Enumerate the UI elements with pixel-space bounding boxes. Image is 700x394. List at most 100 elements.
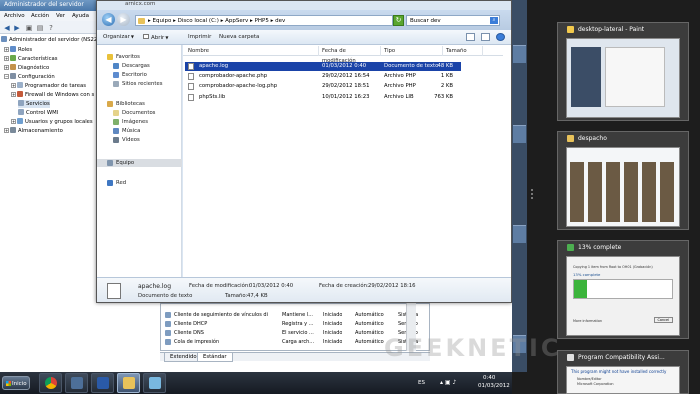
search-icon[interactable]: ⌕ [490,17,498,24]
expand-icon[interactable]: + [4,65,9,70]
nav-red[interactable]: Red [97,179,182,187]
thumbnail-paint[interactable]: desktop-lateral - Paint [557,22,689,121]
nav-favoritos[interactable]: Favoritos [97,53,182,61]
tree-item-configuration[interactable]: − Configuración [4,73,55,81]
open-button[interactable]: Abrir▼ [143,34,168,41]
column-fecha[interactable]: Fecha de modificación [319,46,381,64]
file-row[interactable]: comprobador-apache.php 29/02/2012 16:54 … [185,72,461,81]
start-button[interactable]: Inicio [2,376,30,390]
tab-estandar[interactable]: Estándar [197,353,233,362]
help-icon[interactable] [496,33,505,41]
column-tipo[interactable]: Tipo [381,46,443,56]
menu-accion[interactable]: Acción [31,13,49,19]
expand-icon[interactable]: + [4,56,9,61]
address-row: ◀ ▶ ▸ Equipo ▸ Disco local (C:) ▸ AppSer… [97,10,511,30]
tree-item-local-users[interactable]: + Usuarios y grupos locales [11,118,93,126]
copy-progress-fill [574,280,587,298]
server-manager-tree: Administrador del servidor (NS228) + Role… [0,36,103,372]
thumbnail-despacho[interactable]: despacho [557,131,689,230]
details-filename: apache.log [138,283,172,290]
taskbar-powershell[interactable] [91,373,114,393]
system-tray-icons[interactable]: ▴ ▣ ♪ [440,379,456,386]
nav-equipo[interactable]: Equipo [97,159,182,167]
pictures-icon [113,119,119,125]
show-tree-icon[interactable]: ▤ [36,24,44,32]
strip-segment [513,125,526,143]
menu-archivo[interactable]: Archivo [4,13,25,19]
refresh-button[interactable]: ↻ [393,15,404,26]
column-tamano[interactable]: Tamaño [443,46,483,56]
expand-icon[interactable]: + [11,83,16,88]
nav-videos[interactable]: Vídeos [97,136,182,144]
view-options-icon[interactable] [466,33,475,41]
clock-date[interactable]: 01/03/2012 [478,383,510,389]
organize-button[interactable]: Organizar▼ [103,34,134,40]
help-icon[interactable]: ? [47,24,55,32]
tree-item-root[interactable]: Administrador del servidor (NS228) [1,36,103,44]
php-file-icon [188,73,194,80]
thumbnail-copy-progress[interactable]: 13% complete Copying 1 item from Root to… [557,240,689,339]
file-row[interactable]: phpSts.lib 10/01/2012 16:23 Archivo LIB … [185,93,461,102]
thumbnail-title: 13% complete [578,244,622,251]
drag-handle-icon[interactable] [530,188,534,202]
tree-item-roles[interactable]: + Roles [4,46,32,54]
tree-item-wmi[interactable]: Control WMI [18,109,58,117]
expand-icon[interactable]: + [11,92,16,97]
back-button[interactable]: ◀ [102,13,115,26]
taskbar-server-manager[interactable] [65,373,88,393]
new-folder-button[interactable]: Nueva carpeta [219,34,259,40]
taskbar-paint[interactable] [143,373,166,393]
nav-imagenes[interactable]: Imágenes [97,118,182,126]
thumbnail-compatibility[interactable]: Program Compatibility Assi... This progr… [557,350,689,394]
nav-sitios-recientes[interactable]: Sitios recientes [97,80,182,88]
forward-arrow-icon[interactable]: ▶ [13,24,21,32]
tree-item-features[interactable]: + Características [4,55,58,63]
nav-descargas[interactable]: Descargas [97,62,182,70]
collapse-icon[interactable]: − [4,74,9,79]
navigation-pane: Favoritos Descargas Escritorio Sitios re… [97,45,182,277]
clock-time[interactable]: 0:40 [483,375,495,381]
taskbar-chrome[interactable] [39,373,62,393]
search-placeholder: Buscar dev [410,18,441,24]
menu-ver[interactable]: Ver [56,13,65,19]
file-row[interactable]: comprobador-apache-log.php 29/02/2012 18… [185,82,461,91]
search-input[interactable]: Buscar dev ⌕ [406,15,500,26]
preview-pane-icon[interactable] [481,33,490,41]
expand-icon[interactable]: + [4,47,9,52]
tree-item-diagnostics[interactable]: + Diagnóstico [4,64,49,72]
firewall-icon [17,91,23,97]
tree-item-task-scheduler[interactable]: + Programador de tareas [11,82,86,90]
print-button[interactable]: Imprimir [188,34,211,40]
back-arrow-icon[interactable]: ◀ [3,24,11,32]
nav-escritorio[interactable]: Escritorio [97,71,182,79]
compat-line-3: Microsoft Corporation [577,382,614,386]
tree-item-firewall[interactable]: + Firewall de Windows con s [11,91,94,99]
nav-documentos[interactable]: Documentos [97,109,182,117]
explorer-title: arnicx.com [125,1,156,7]
roles-icon [10,46,16,52]
language-indicator[interactable]: ES [418,380,425,386]
table-row[interactable]: Cliente de seguimiento de vínculos distr… [161,311,431,319]
tree-item-storage[interactable]: + Almacenamiento [4,127,63,135]
tree-item-services[interactable]: Servicios [18,100,50,108]
thumbnail-preview [566,147,680,227]
nav-musica[interactable]: Música [97,127,182,135]
expand-icon[interactable]: + [4,128,9,133]
taskbar-explorer[interactable] [117,373,140,393]
services-gear-icon [18,100,24,106]
menu-ayuda[interactable]: Ayuda [72,13,89,19]
up-folder-icon[interactable]: ▣ [25,24,33,32]
file-row[interactable]: apache.log 01/03/2012 0:40 Documento de … [185,62,461,71]
address-bar[interactable]: ▸ Equipo ▸ Disco local (C:) ▸ AppServ ▸ … [135,15,393,26]
thumbnail-title: despacho [578,135,607,142]
features-icon [10,55,16,61]
wmi-icon [18,109,24,115]
users-icon [17,118,23,124]
expand-icon[interactable]: + [11,119,16,124]
column-nombre[interactable]: Nombre [185,46,319,56]
forward-button[interactable]: ▶ [117,13,130,26]
nav-bibliotecas[interactable]: Bibliotecas [97,100,182,108]
downloads-icon [113,63,119,69]
server-manager-title: Administrador del servidor [4,1,84,8]
table-row[interactable]: Cliente DHCP Registra y ... Iniciado Aut… [161,320,431,328]
